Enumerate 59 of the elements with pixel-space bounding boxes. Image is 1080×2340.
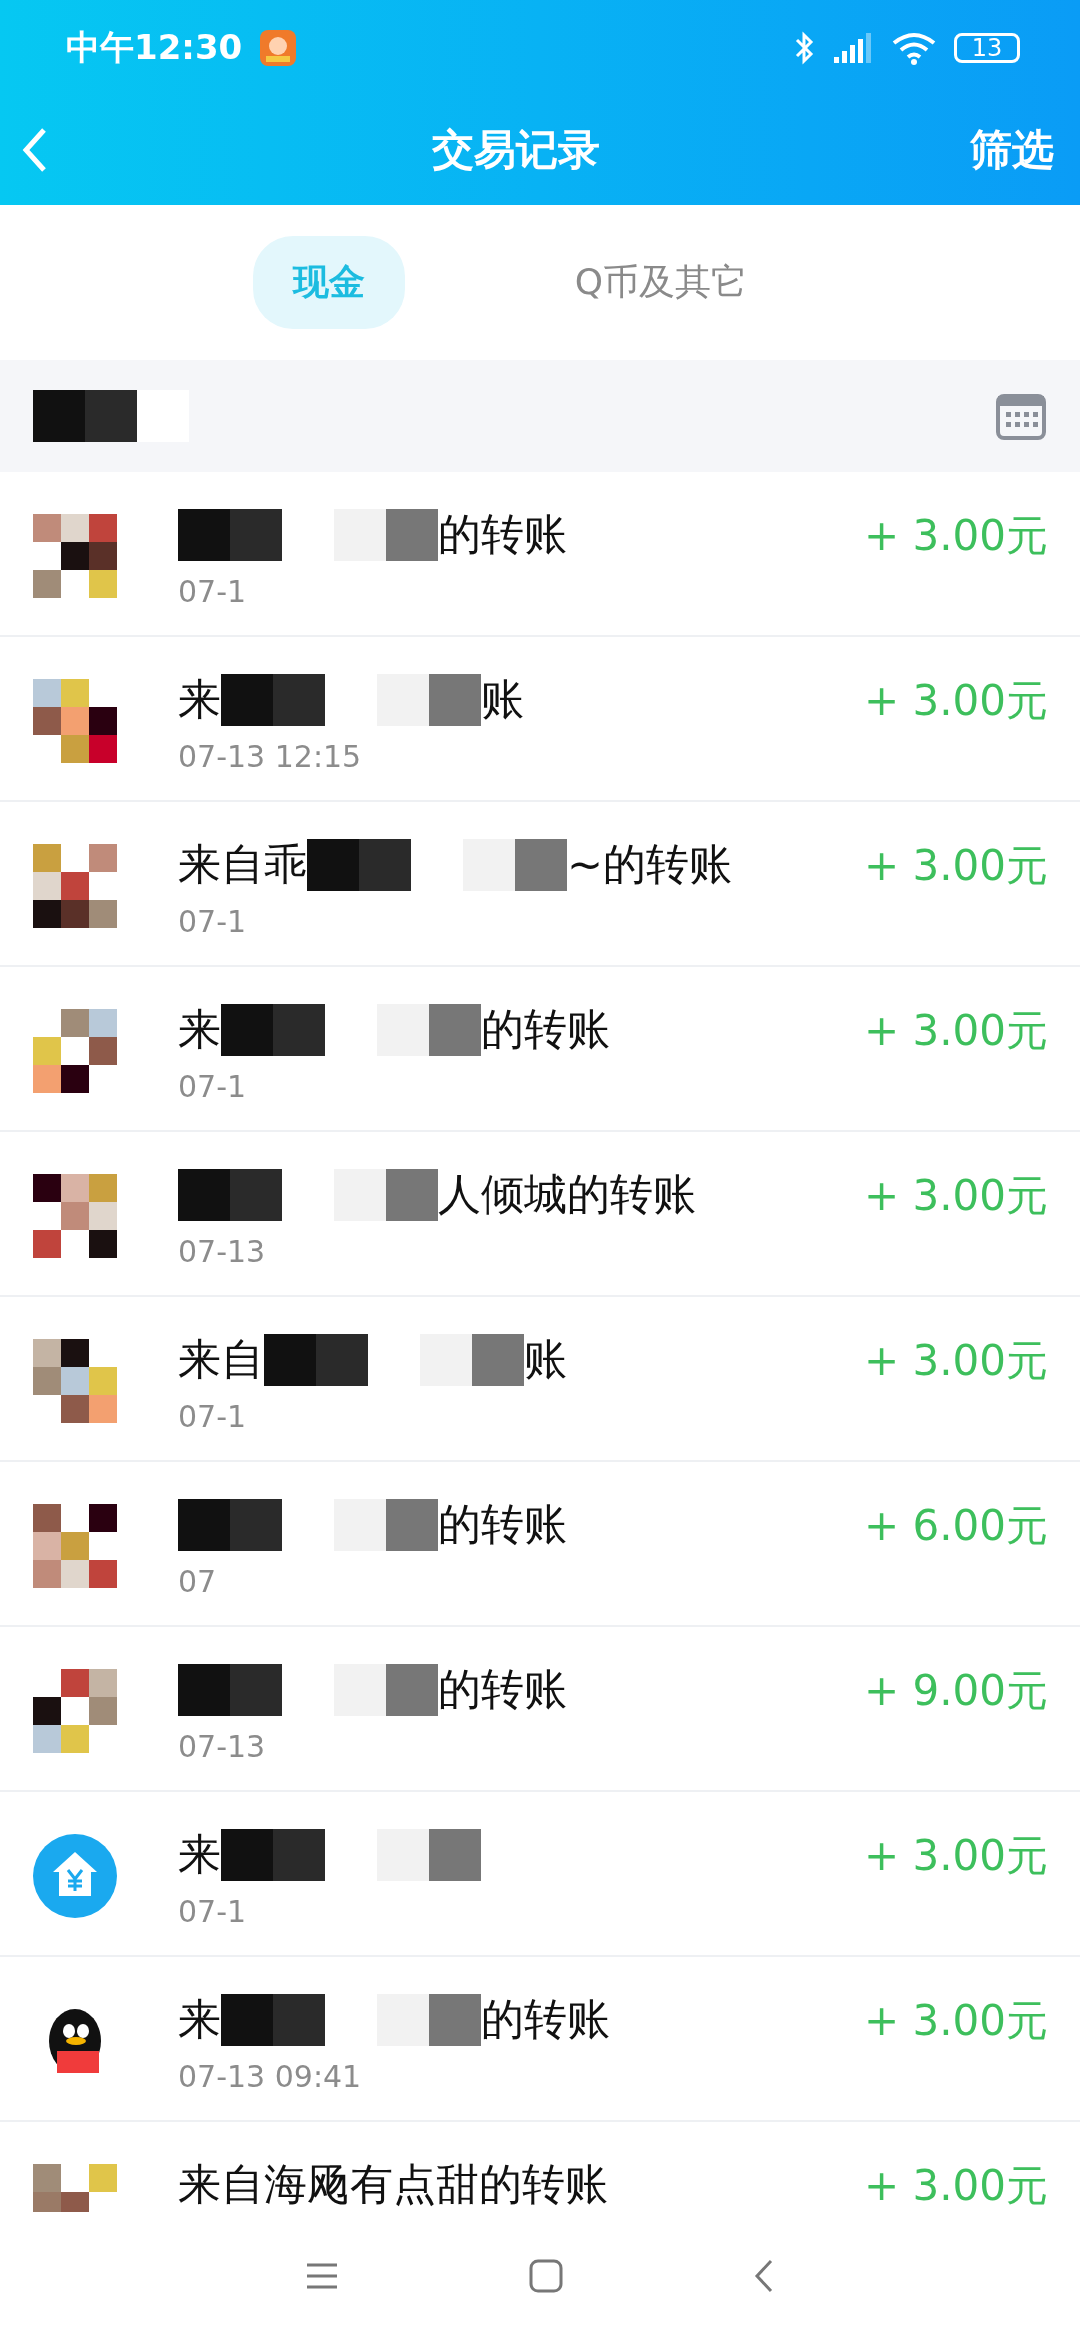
transaction-title: 来	[178, 673, 221, 726]
transaction-row[interactable]: 来 的转账 07-13 09:41 + 3.00元	[0, 1957, 1080, 2122]
transaction-title: 的转账	[438, 508, 567, 561]
transaction-title: 的转账	[438, 1498, 567, 1551]
transaction-title: 人倾城的转账	[438, 1168, 696, 1221]
transaction-row[interactable]: 的转账 07 + 6.00元	[0, 1462, 1080, 1627]
menu-icon[interactable]	[305, 2262, 339, 2290]
transaction-title: 账	[481, 673, 524, 726]
transaction-amount: + 3.00元	[863, 1995, 1048, 2047]
transaction-time: 07-13 09:41	[178, 2059, 363, 2094]
transaction-amount: + 3.00元	[863, 510, 1048, 562]
transaction-row[interactable]: 来自 账 07-1 + 3.00元	[0, 1297, 1080, 1462]
transaction-title: 来	[178, 1003, 221, 1056]
transaction-row[interactable]: 来自乖 ~的转账 07-1 + 3.00元	[0, 802, 1080, 967]
back-icon	[22, 126, 48, 174]
transaction-time: 07-1	[178, 1069, 248, 1104]
page-title: 交易记录	[431, 124, 601, 176]
transaction-title: 账	[524, 1333, 567, 1386]
app-notification-icon	[260, 29, 297, 66]
transaction-amount: + 3.00元	[863, 1170, 1048, 1222]
transaction-time: 07	[178, 1564, 218, 1599]
transaction-title: 来自海飏有点甜的转账	[178, 2158, 608, 2211]
wifi-icon	[892, 30, 936, 65]
transaction-title: 来自乖	[178, 838, 307, 891]
transaction-title: 来	[178, 1993, 221, 2046]
transaction-amount: + 3.00元	[863, 2160, 1048, 2212]
transaction-title: 的转账	[438, 1663, 567, 1716]
transaction-title: 的转账	[481, 1003, 610, 1056]
battery-level: 13	[954, 32, 1020, 63]
transaction-title: 的转账	[481, 1993, 610, 2046]
transaction-time: 07-1	[178, 904, 248, 939]
transaction-time: 07-13	[178, 1234, 267, 1269]
home-icon[interactable]	[529, 2259, 563, 2293]
transaction-time: 07-1	[178, 1894, 248, 1929]
transaction-amount: + 3.00元	[863, 1335, 1048, 1387]
signal-icon	[834, 32, 874, 63]
transaction-title: ~的转账	[567, 838, 733, 891]
transaction-amount: + 6.00元	[863, 1500, 1048, 1552]
status-time: 中午12:30	[66, 25, 243, 69]
transaction-row[interactable]: 的转账 07-13 + 9.00元	[0, 1627, 1080, 1792]
transaction-time: 07-1	[178, 574, 248, 609]
house-yen-icon	[33, 1834, 117, 1918]
bluetooth-icon	[794, 29, 816, 66]
transaction-amount: + 9.00元	[863, 1665, 1048, 1717]
transaction-row[interactable]: 人倾城的转账 07-13 + 3.00元	[0, 1132, 1080, 1297]
transaction-time: 07-13 12:15	[178, 739, 363, 774]
transaction-title: 来自	[178, 1333, 264, 1386]
transaction-row[interactable]: 来 07-1 + 3.00元	[0, 1792, 1080, 1957]
transaction-row[interactable]: 来 账 07-13 12:15 + 3.00元	[0, 637, 1080, 802]
transaction-time: 07-13	[178, 1729, 267, 1764]
transaction-time: 07-1	[178, 1399, 248, 1434]
transaction-row[interactable]: 来 的转账 07-1 + 3.00元	[0, 967, 1080, 1132]
transaction-title: 来	[178, 1828, 221, 1881]
back-icon[interactable]	[753, 2258, 775, 2294]
transaction-amount: + 3.00元	[863, 1005, 1048, 1057]
transaction-amount: + 3.00元	[863, 840, 1048, 892]
transaction-amount: + 3.00元	[863, 1830, 1048, 1882]
transaction-row[interactable]: 的转账 07-1 + 3.00元	[0, 472, 1080, 637]
transaction-amount: + 3.00元	[863, 675, 1048, 727]
